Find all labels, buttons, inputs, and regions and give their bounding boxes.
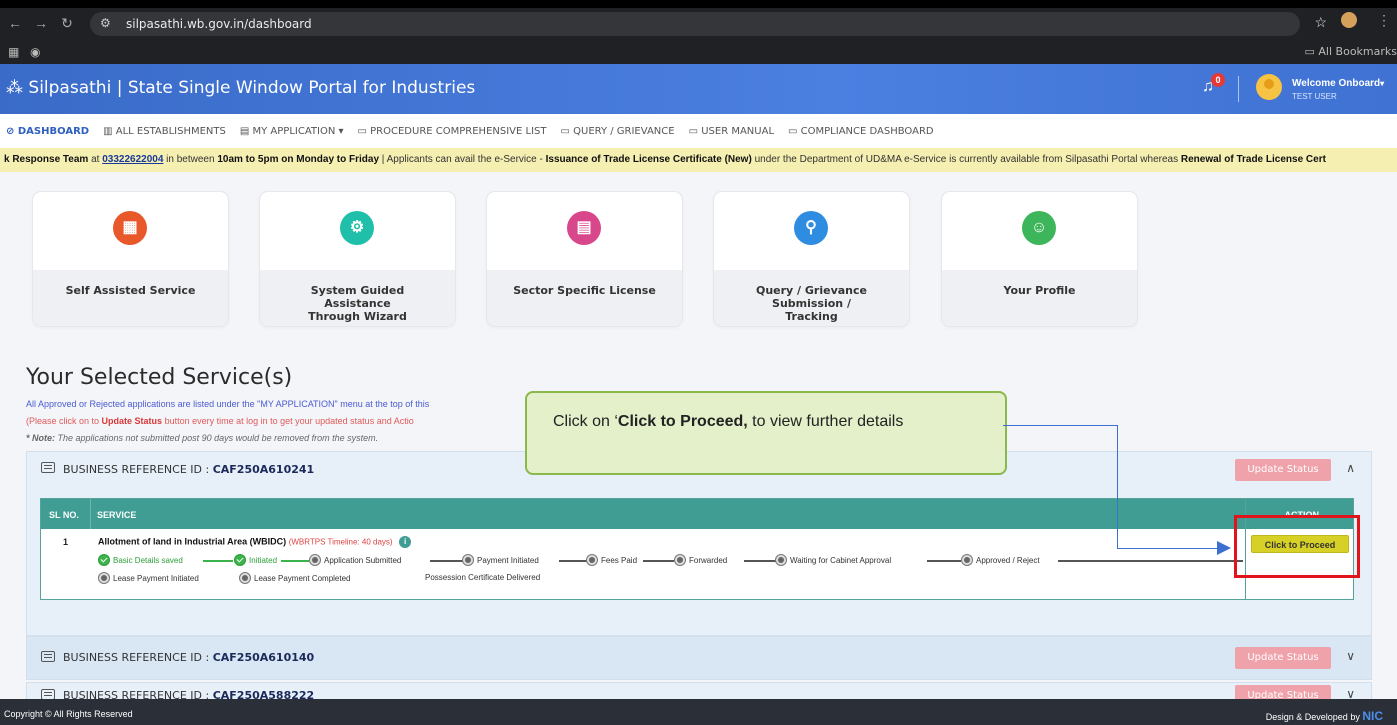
browser-profile-icon[interactable] <box>1341 12 1357 28</box>
step-possession-certificate: Possession Certificate Delivered <box>425 573 541 582</box>
forward-icon[interactable]: → <box>30 15 52 31</box>
card-query-grievance[interactable]: ⚲ Query / Grievance Submission / Trackin… <box>714 192 909 326</box>
apps-icon[interactable]: ▦ <box>8 45 19 59</box>
search-icon: ⚲ <box>794 211 828 245</box>
menu-my-application[interactable]: ▤ MY APPLICATION ▾ <box>240 126 344 137</box>
step-fees-paid: Fees Paid <box>586 554 637 566</box>
copyright: Copyright © All Rights Reserved <box>4 709 133 719</box>
menu-user-manual[interactable]: ▭ USER MANUAL <box>689 126 774 137</box>
globe-icon[interactable]: ◉ <box>30 45 40 59</box>
timeline: (WBRTPS Timeline: 40 days) <box>288 537 393 547</box>
update-status-button[interactable]: Update Status <box>1235 647 1331 669</box>
info-note: All Approved or Rejected applications ar… <box>26 399 430 409</box>
step-lease-payment-initiated: Lease Payment Initiated <box>98 572 199 584</box>
card-system-guided-assistance[interactable]: ⚙ System Guided Assistance Through Wizar… <box>260 192 455 326</box>
removal-note: * Note: The applications not submitted p… <box>26 433 379 443</box>
step-forwarded: Forwarded <box>674 554 727 566</box>
page-title: Your Selected Service(s) <box>26 365 293 390</box>
service-name: Allotment of land in Industrial Area (WB… <box>98 536 412 548</box>
update-status-button[interactable]: Update Status <box>1235 459 1331 481</box>
step-lease-payment-completed: Lease Payment Completed <box>239 572 351 584</box>
all-bookmarks[interactable]: ▭ All Bookmarks <box>1305 45 1397 58</box>
card-self-assisted-service[interactable]: ▦ Self Assisted Service <box>33 192 228 326</box>
nic-logo: NIC <box>1362 709 1383 723</box>
chevron-down-icon[interactable]: ∨ <box>1346 649 1355 663</box>
footer: Copyright © All Rights Reserved Design &… <box>0 699 1397 725</box>
user-name: TEST USER <box>1292 92 1337 101</box>
more-icon[interactable]: ⋮ <box>1377 12 1391 29</box>
step-basic-details: Basic Details saved <box>98 554 183 566</box>
reload-icon[interactable]: ↻ <box>56 15 78 32</box>
table-header: SL NO. SERVICE ACTION <box>41 499 1353 529</box>
welcome-menu[interactable]: Welcome Onboard▾ <box>1292 78 1384 89</box>
callout-connector <box>1003 425 1117 426</box>
arrow-icon <box>1217 541 1231 555</box>
menu-query-grievance[interactable]: ▭ QUERY / GRIEVANCE <box>560 126 674 137</box>
menu-compliance-dashboard[interactable]: ▭ COMPLIANCE DASHBOARD <box>788 126 934 137</box>
step-waiting-cabinet: Waiting for Cabinet Approval <box>775 554 891 566</box>
service-table: SL NO. SERVICE ACTION 1 Allotment of lan… <box>40 498 1354 600</box>
step-application-submitted: Application Submitted <box>309 554 401 566</box>
step-payment-initiated: Payment Initiated <box>462 554 539 566</box>
step-approved-reject: Approved / Reject <box>961 554 1040 566</box>
site-title[interactable]: ⁂ Silpasathi | State Single Window Porta… <box>6 78 475 98</box>
step-initiated: Initiated <box>234 554 277 566</box>
list-icon <box>41 462 55 473</box>
browser-chrome: ← → ↻ ⚙ silpasathi.wb.gov.in/dashboard ☆… <box>0 0 1397 64</box>
avatar[interactable] <box>1256 74 1282 100</box>
instruction-callout: Click on ‘Click to Proceed, to view furt… <box>525 391 1007 475</box>
card-sector-specific-license[interactable]: ▤ Sector Specific License <box>487 192 682 326</box>
address-bar[interactable]: ⚙ silpasathi.wb.gov.in/dashboard <box>90 12 1300 36</box>
site-info-icon[interactable]: ⚙ <box>100 16 111 30</box>
callout-connector <box>1117 425 1118 549</box>
card-your-profile[interactable]: ☺ Your Profile <box>942 192 1137 326</box>
business-header[interactable]: BUSINESS REFERENCE ID : CAF250A610140 Up… <box>27 637 1371 679</box>
info-icon[interactable]: i <box>399 536 412 548</box>
menu-dashboard[interactable]: ⊘ DASHBOARD <box>6 126 89 137</box>
profile-icon: ☺ <box>1022 211 1056 245</box>
announcement-ticker: k Response Team at 03322622004 in betwee… <box>0 148 1397 172</box>
credits: Design & Developed by NIC <box>1265 709 1383 723</box>
callout-connector <box>1117 548 1218 549</box>
bookmark-star-icon[interactable]: ☆ <box>1314 14 1327 31</box>
business-panel: BUSINESS REFERENCE ID : CAF250A610140 Up… <box>26 636 1372 680</box>
site-header: ⁂ Silpasathi | State Single Window Porta… <box>0 64 1397 114</box>
service-cards: ▦ Self Assisted Service ⚙ System Guided … <box>0 172 1397 362</box>
grid-icon: ▦ <box>113 211 147 245</box>
menu-procedure-list[interactable]: ▭ PROCEDURE COMPREHENSIVE LIST <box>358 126 547 137</box>
highlight-box <box>1234 515 1360 578</box>
gear-icon: ⚙ <box>340 211 374 245</box>
chevron-up-icon[interactable]: ∧ <box>1346 461 1355 475</box>
license-icon: ▤ <box>567 211 601 245</box>
main-menu: ⊘ DASHBOARD ▥ ALL ESTABLISHMENTS ▤ MY AP… <box>0 114 1397 148</box>
notification-badge: 0 <box>1211 73 1225 87</box>
url-text: silpasathi.wb.gov.in/dashboard <box>126 17 312 31</box>
update-note: (Please click on to Update Status button… <box>26 416 414 426</box>
back-icon[interactable]: ← <box>4 15 26 31</box>
row-sl: 1 <box>63 537 69 547</box>
list-icon <box>41 651 55 662</box>
menu-all-establishments[interactable]: ▥ ALL ESTABLISHMENTS <box>103 126 226 137</box>
status-steps: Basic Details saved Initiated Applicatio… <box>98 554 1243 590</box>
